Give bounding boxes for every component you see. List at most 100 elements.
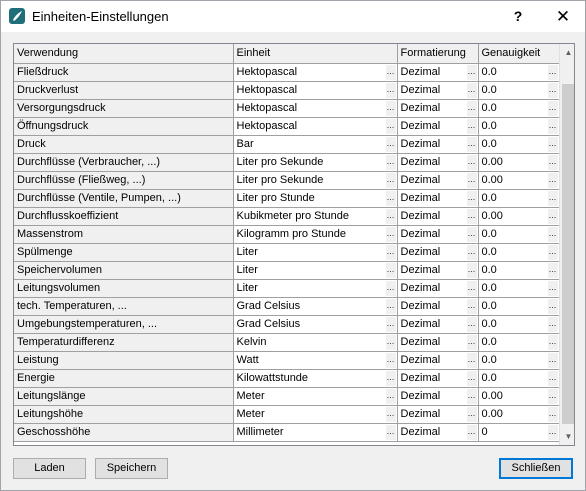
table-row[interactable]: Umgebungstemperaturen, ... Grad Celsius..… [14,315,560,334]
ellipsis-button[interactable]: ... [385,118,396,134]
cell-format[interactable]: Dezimal... [397,153,479,172]
cell-precision[interactable]: 0.00... [478,405,560,424]
table-row[interactable]: Energie Kilowattstunde... Dezimal... 0.0... [14,369,560,388]
cell-precision[interactable]: 0.0... [478,261,560,280]
cell-unit[interactable]: Hektopascal... [233,63,398,82]
cell-format[interactable]: Dezimal... [397,423,479,442]
ellipsis-button[interactable]: ... [466,262,477,278]
ellipsis-button[interactable]: ... [466,154,477,170]
cell-unit[interactable]: Meter... [233,387,398,406]
ellipsis-button[interactable]: ... [466,334,477,350]
ellipsis-button[interactable]: ... [547,298,558,314]
cell-precision[interactable]: 0.0... [478,99,560,118]
ellipsis-button[interactable]: ... [547,244,558,260]
cell-format[interactable]: Dezimal... [397,297,479,316]
cell-unit[interactable]: Hektopascal... [233,81,398,100]
ellipsis-button[interactable]: ... [466,298,477,314]
ellipsis-button[interactable]: ... [466,118,477,134]
ellipsis-button[interactable]: ... [547,370,558,386]
cell-unit[interactable]: Liter... [233,279,398,298]
ellipsis-button[interactable]: ... [466,370,477,386]
column-header-usage[interactable]: Verwendung [14,44,234,64]
ellipsis-button[interactable]: ... [466,352,477,368]
ellipsis-button[interactable]: ... [385,64,396,80]
cell-format[interactable]: Dezimal... [397,189,479,208]
cell-unit[interactable]: Bar... [233,135,398,154]
table-row[interactable]: Durchflüsse (Fließweg, ...) Liter pro Sek… [14,171,560,190]
cell-precision[interactable]: 0.0... [478,351,560,370]
ellipsis-button[interactable]: ... [466,100,477,116]
chevron-up-icon[interactable]: ▲ [560,44,574,61]
cell-precision[interactable]: 0.0... [478,243,560,262]
ellipsis-button[interactable]: ... [385,82,396,98]
cell-format[interactable]: Dezimal... [397,387,479,406]
cell-unit[interactable]: Millimeter... [233,423,398,442]
cell-unit[interactable]: Watt... [233,351,398,370]
cell-precision[interactable]: 0.0... [478,333,560,352]
cell-precision[interactable]: 0.00... [478,171,560,190]
ellipsis-button[interactable]: ... [547,334,558,350]
chevron-down-icon[interactable]: ▼ [560,428,574,445]
cell-unit[interactable]: Liter... [233,261,398,280]
table-row[interactable]: Leistung Watt... Dezimal... 0.0... [14,351,560,370]
ellipsis-button[interactable]: ... [547,352,558,368]
ellipsis-button[interactable]: ... [466,316,477,332]
cell-unit[interactable]: Liter pro Sekunde... [233,171,398,190]
table-row[interactable]: Durchflüsse (Verbraucher, ...) Liter pro … [14,153,560,172]
cell-precision[interactable]: 0.0... [478,315,560,334]
table-row[interactable]: Versorgungsdruck Hektopascal... Dezimal...… [14,99,560,118]
cell-unit[interactable]: Kelvin... [233,333,398,352]
load-button[interactable]: Laden [13,458,86,479]
ellipsis-button[interactable]: ... [385,262,396,278]
table-row[interactable]: Leitungshöhe Meter... Dezimal... 0.00... [14,405,560,424]
cell-unit[interactable]: Hektopascal... [233,117,398,136]
ellipsis-button[interactable]: ... [385,244,396,260]
table-row[interactable]: Speichervolumen Liter... Dezimal... 0.0... [14,261,560,280]
cell-unit[interactable]: Liter pro Stunde... [233,189,398,208]
cell-format[interactable]: Dezimal... [397,369,479,388]
ellipsis-button[interactable]: ... [385,100,396,116]
cell-unit[interactable]: Liter pro Sekunde... [233,153,398,172]
cell-format[interactable]: Dezimal... [397,207,479,226]
table-row[interactable]: Öffnungsdruck Hektopascal... Dezimal... 0.0… [14,117,560,136]
ellipsis-button[interactable]: ... [385,334,396,350]
ellipsis-button[interactable]: ... [466,64,477,80]
ellipsis-button[interactable]: ... [466,226,477,242]
table-row[interactable]: Druck Bar... Dezimal... 0.0... [14,135,560,154]
cell-unit[interactable]: Liter... [233,243,398,262]
ellipsis-button[interactable]: ... [547,190,558,206]
close-window-button[interactable]: ✕ [541,1,585,32]
ellipsis-button[interactable]: ... [466,82,477,98]
cell-precision[interactable]: 0.0... [478,369,560,388]
ellipsis-button[interactable]: ... [466,244,477,260]
ellipsis-button[interactable]: ... [385,406,396,422]
cell-format[interactable]: Dezimal... [397,315,479,334]
cell-unit[interactable]: Hektopascal... [233,99,398,118]
ellipsis-button[interactable]: ... [547,424,558,440]
cell-precision[interactable]: 0.0... [478,135,560,154]
cell-precision[interactable]: 0.0... [478,279,560,298]
column-header-precision[interactable]: Genauigkeit [478,44,560,64]
table-row[interactable]: Geschosshöhe Millimeter... Dezimal... 0... [14,423,560,442]
ellipsis-button[interactable]: ... [547,154,558,170]
cell-format[interactable]: Dezimal... [397,135,479,154]
ellipsis-button[interactable]: ... [547,316,558,332]
cell-unit[interactable]: Kilogramm pro Stunde... [233,225,398,244]
table-row[interactable]: Durchflusskoeffizient Kubikmeter pro Stun… [14,207,560,226]
ellipsis-button[interactable]: ... [547,64,558,80]
cell-format[interactable]: Dezimal... [397,171,479,190]
ellipsis-button[interactable]: ... [547,208,558,224]
table-row[interactable]: Leitungslänge Meter... Dezimal... 0.00... [14,387,560,406]
ellipsis-button[interactable]: ... [547,226,558,242]
save-button[interactable]: Speichern [95,458,168,479]
ellipsis-button[interactable]: ... [547,82,558,98]
table-row[interactable]: Fließdruck Hektopascal... Dezimal... 0.0... [14,63,560,82]
cell-precision[interactable]: 0.0... [478,297,560,316]
vertical-scrollbar[interactable]: ▲ ▼ [559,44,574,445]
cell-precision[interactable]: 0.00... [478,153,560,172]
table-row[interactable]: Massenstrom Kilogramm pro Stunde... Dezima… [14,225,560,244]
cell-unit[interactable]: Kubikmeter pro Stunde... [233,207,398,226]
ellipsis-button[interactable]: ... [385,226,396,242]
ellipsis-button[interactable]: ... [547,406,558,422]
cell-format[interactable]: Dezimal... [397,333,479,352]
